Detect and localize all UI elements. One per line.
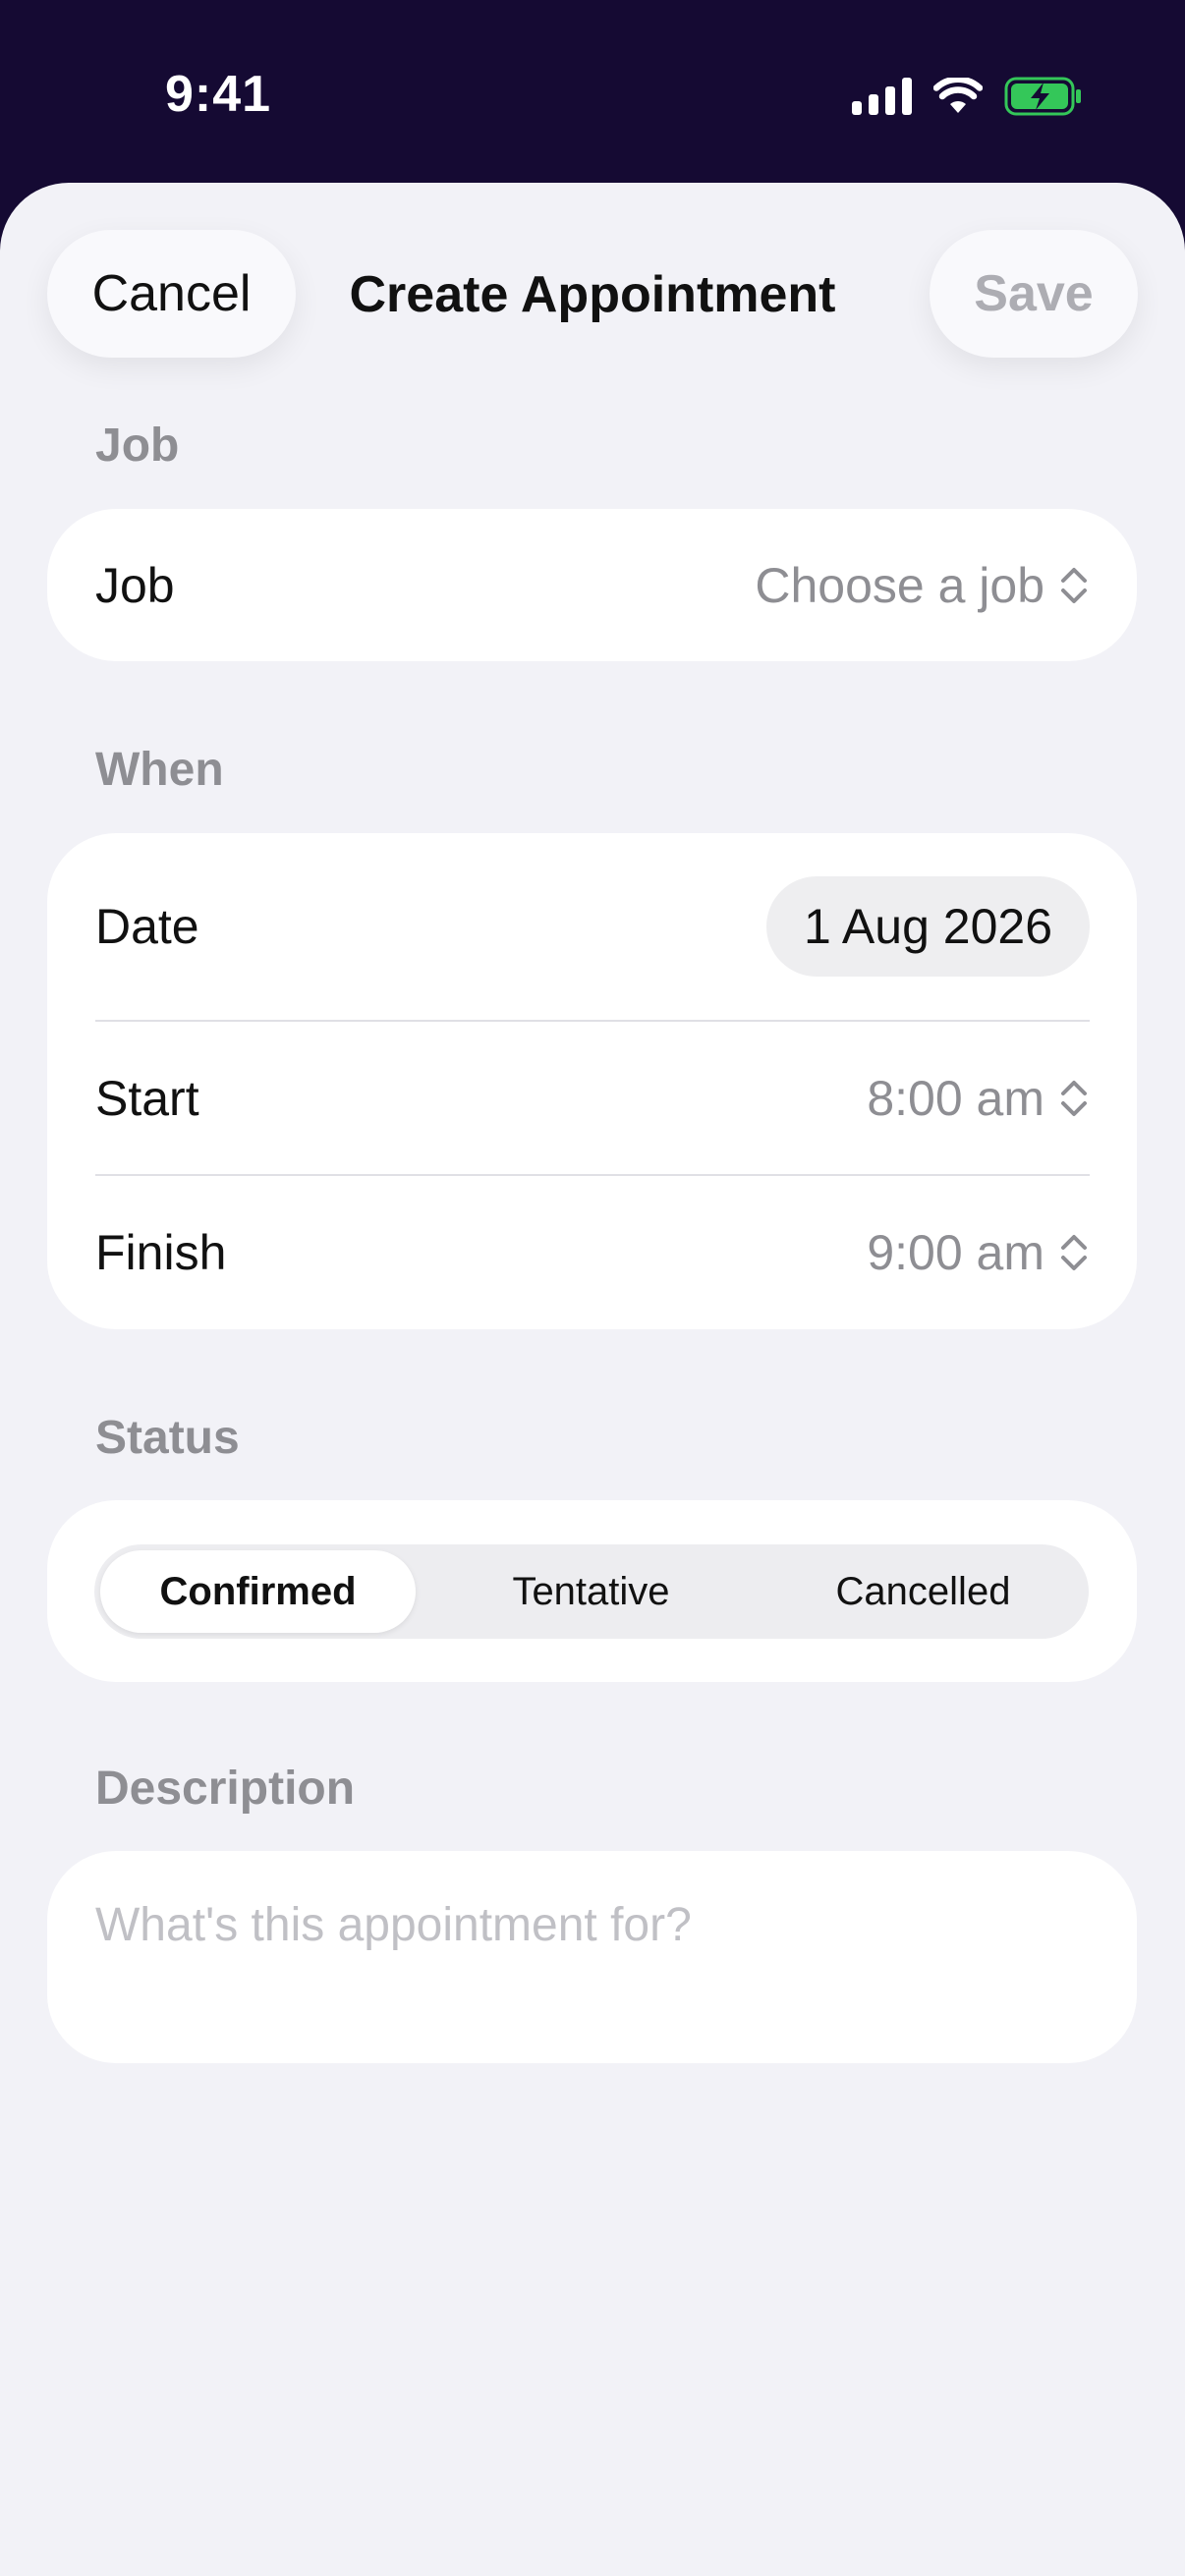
status-card: Confirmed Tentative Cancelled <box>47 1500 1137 1682</box>
job-picker[interactable]: Choose a job <box>755 557 1090 614</box>
job-picker-value: Choose a job <box>755 557 1044 613</box>
start-time-row[interactable]: Start 8:00 am <box>47 1022 1137 1174</box>
job-picker-row[interactable]: Job Choose a job <box>47 509 1137 661</box>
status-bar: 9:41 <box>0 0 1185 183</box>
start-time-value: 8:00 am <box>867 1070 1044 1126</box>
status-icons <box>852 75 1083 118</box>
job-row-label: Job <box>95 557 175 613</box>
start-row-label: Start <box>95 1070 199 1126</box>
date-row-label: Date <box>95 899 199 954</box>
date-picker-button[interactable]: 1 Aug 2026 <box>765 876 1090 977</box>
job-card: Job Choose a job <box>47 509 1137 661</box>
status-option-cancelled[interactable]: Cancelled <box>758 1544 1089 1639</box>
finish-time-value: 9:00 am <box>867 1224 1044 1280</box>
chevron-up-down-icon <box>1061 1080 1087 1116</box>
sheet-header: Cancel Create Appointment Save <box>0 183 1185 369</box>
finish-time-row[interactable]: Finish 9:00 am <box>47 1176 1137 1328</box>
section-label-description: Description <box>95 1763 356 1815</box>
status-segmented-control: Confirmed Tentative Cancelled <box>94 1544 1089 1639</box>
section-label-status: Status <box>95 1412 240 1464</box>
section-label-job: Job <box>95 420 180 472</box>
chevron-up-down-icon <box>1061 567 1087 603</box>
finish-row-label: Finish <box>95 1224 227 1280</box>
status-option-confirmed[interactable]: Confirmed <box>100 1550 416 1633</box>
finish-time-picker[interactable]: 9:00 am <box>867 1224 1090 1281</box>
status-option-tentative[interactable]: Tentative <box>425 1544 757 1639</box>
description-field[interactable]: What's this appointment for? <box>47 1851 1137 2063</box>
status-time: 9:41 <box>165 66 272 123</box>
wifi-icon <box>933 78 983 113</box>
chevron-up-down-icon <box>1061 1234 1087 1270</box>
battery-charging-icon <box>1004 77 1081 116</box>
save-button[interactable]: Save <box>930 230 1138 358</box>
create-appointment-sheet: Cancel Create Appointment Save Job Job C… <box>0 183 1185 2576</box>
section-label-when: When <box>95 744 224 796</box>
description-placeholder: What's this appointment for? <box>95 1899 692 1951</box>
when-card: Date 1 Aug 2026 Start 8:00 am Finish 9:0… <box>47 833 1137 1329</box>
date-row: Date 1 Aug 2026 <box>47 833 1137 1020</box>
start-time-picker[interactable]: 8:00 am <box>867 1070 1090 1127</box>
cellular-signal-icon <box>852 78 912 115</box>
